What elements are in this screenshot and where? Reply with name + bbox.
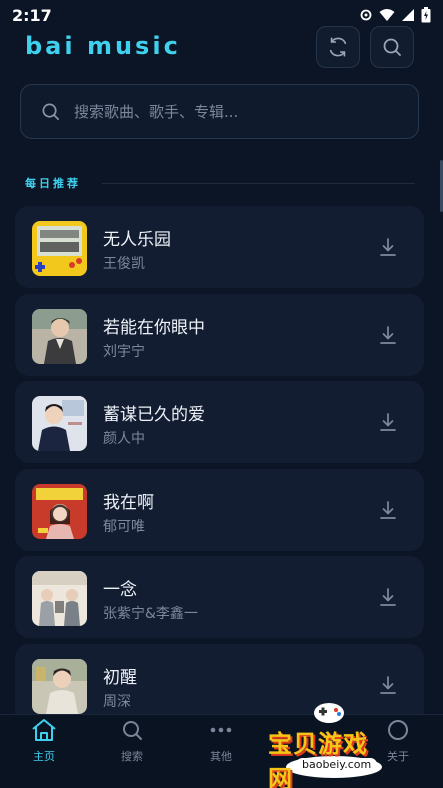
app-header: bai music	[0, 26, 443, 70]
watermark-url: baobeiy.com	[296, 758, 378, 771]
download-button[interactable]	[377, 586, 399, 608]
album-cover	[32, 659, 87, 714]
song-title: 初醒	[103, 668, 137, 688]
song-title: 蓄谋已久的爱	[103, 405, 205, 425]
nav-more[interactable]: 其他	[191, 715, 251, 788]
search-button[interactable]	[370, 26, 414, 68]
nav-label: 主页	[33, 750, 55, 763]
settings-status-icon	[360, 9, 372, 21]
song-item[interactable]: 一念 张紫宁&李鑫一	[15, 556, 424, 638]
song-artist: 周深	[103, 694, 131, 710]
song-artist: 刘宇宁	[103, 344, 145, 360]
nav-search[interactable]: 搜索	[102, 715, 162, 788]
nav-label: 其他	[210, 750, 232, 763]
home-icon	[32, 719, 56, 741]
song-artist: 颜人中	[103, 431, 145, 447]
search-icon	[123, 721, 142, 740]
gamepad-icon	[314, 703, 344, 723]
search-bar[interactable]	[20, 84, 419, 139]
status-icons	[359, 7, 431, 23]
download-button[interactable]	[377, 674, 399, 696]
search-input[interactable]	[74, 102, 394, 121]
status-time: 2:17	[12, 5, 52, 25]
download-button[interactable]	[377, 411, 399, 433]
download-icon	[380, 501, 396, 519]
album-cover	[32, 571, 87, 626]
song-item[interactable]: 我在啊 郁可唯	[15, 469, 424, 551]
search-icon	[383, 38, 401, 56]
search-icon	[42, 103, 59, 120]
album-cover	[32, 309, 87, 364]
nav-label: 搜索	[121, 750, 143, 763]
nav-home[interactable]: 主页	[14, 715, 74, 788]
download-icon	[380, 588, 396, 606]
wifi-icon	[379, 9, 395, 21]
song-artist: 郁可唯	[103, 519, 145, 535]
section-title: 每日推荐	[25, 177, 81, 190]
download-icon	[380, 326, 396, 344]
download-button[interactable]	[377, 324, 399, 346]
album-cover	[32, 484, 87, 539]
signal-icon	[402, 9, 414, 21]
download-button[interactable]	[377, 499, 399, 521]
download-icon	[380, 676, 396, 694]
song-title: 若能在你眼中	[103, 318, 205, 338]
refresh-icon	[329, 37, 347, 57]
download-button[interactable]	[377, 236, 399, 258]
song-title: 一念	[103, 580, 137, 600]
album-cover	[32, 221, 87, 276]
battery-icon	[421, 7, 431, 23]
download-icon	[380, 413, 396, 431]
song-artist: 张紫宁&李鑫一	[103, 606, 198, 622]
refresh-button[interactable]	[316, 26, 360, 68]
album-cover	[32, 396, 87, 451]
download-icon	[380, 238, 396, 256]
song-artist: 王俊凯	[103, 256, 145, 272]
song-item[interactable]: 若能在你眼中 刘宇宁	[15, 294, 424, 376]
song-title: 我在啊	[103, 493, 154, 513]
section-divider	[102, 183, 415, 184]
watermark-logo: 宝贝游戏网 baobeiy.com	[262, 694, 392, 788]
app-brand: bai music	[25, 32, 181, 60]
song-item[interactable]: 无人乐园 王俊凯	[15, 206, 424, 288]
song-title: 无人乐园	[103, 230, 171, 250]
more-icon	[210, 727, 232, 733]
watermark-text: 宝贝游戏网	[268, 730, 368, 788]
song-item[interactable]: 蓄谋已久的爱 颜人中	[15, 381, 424, 463]
